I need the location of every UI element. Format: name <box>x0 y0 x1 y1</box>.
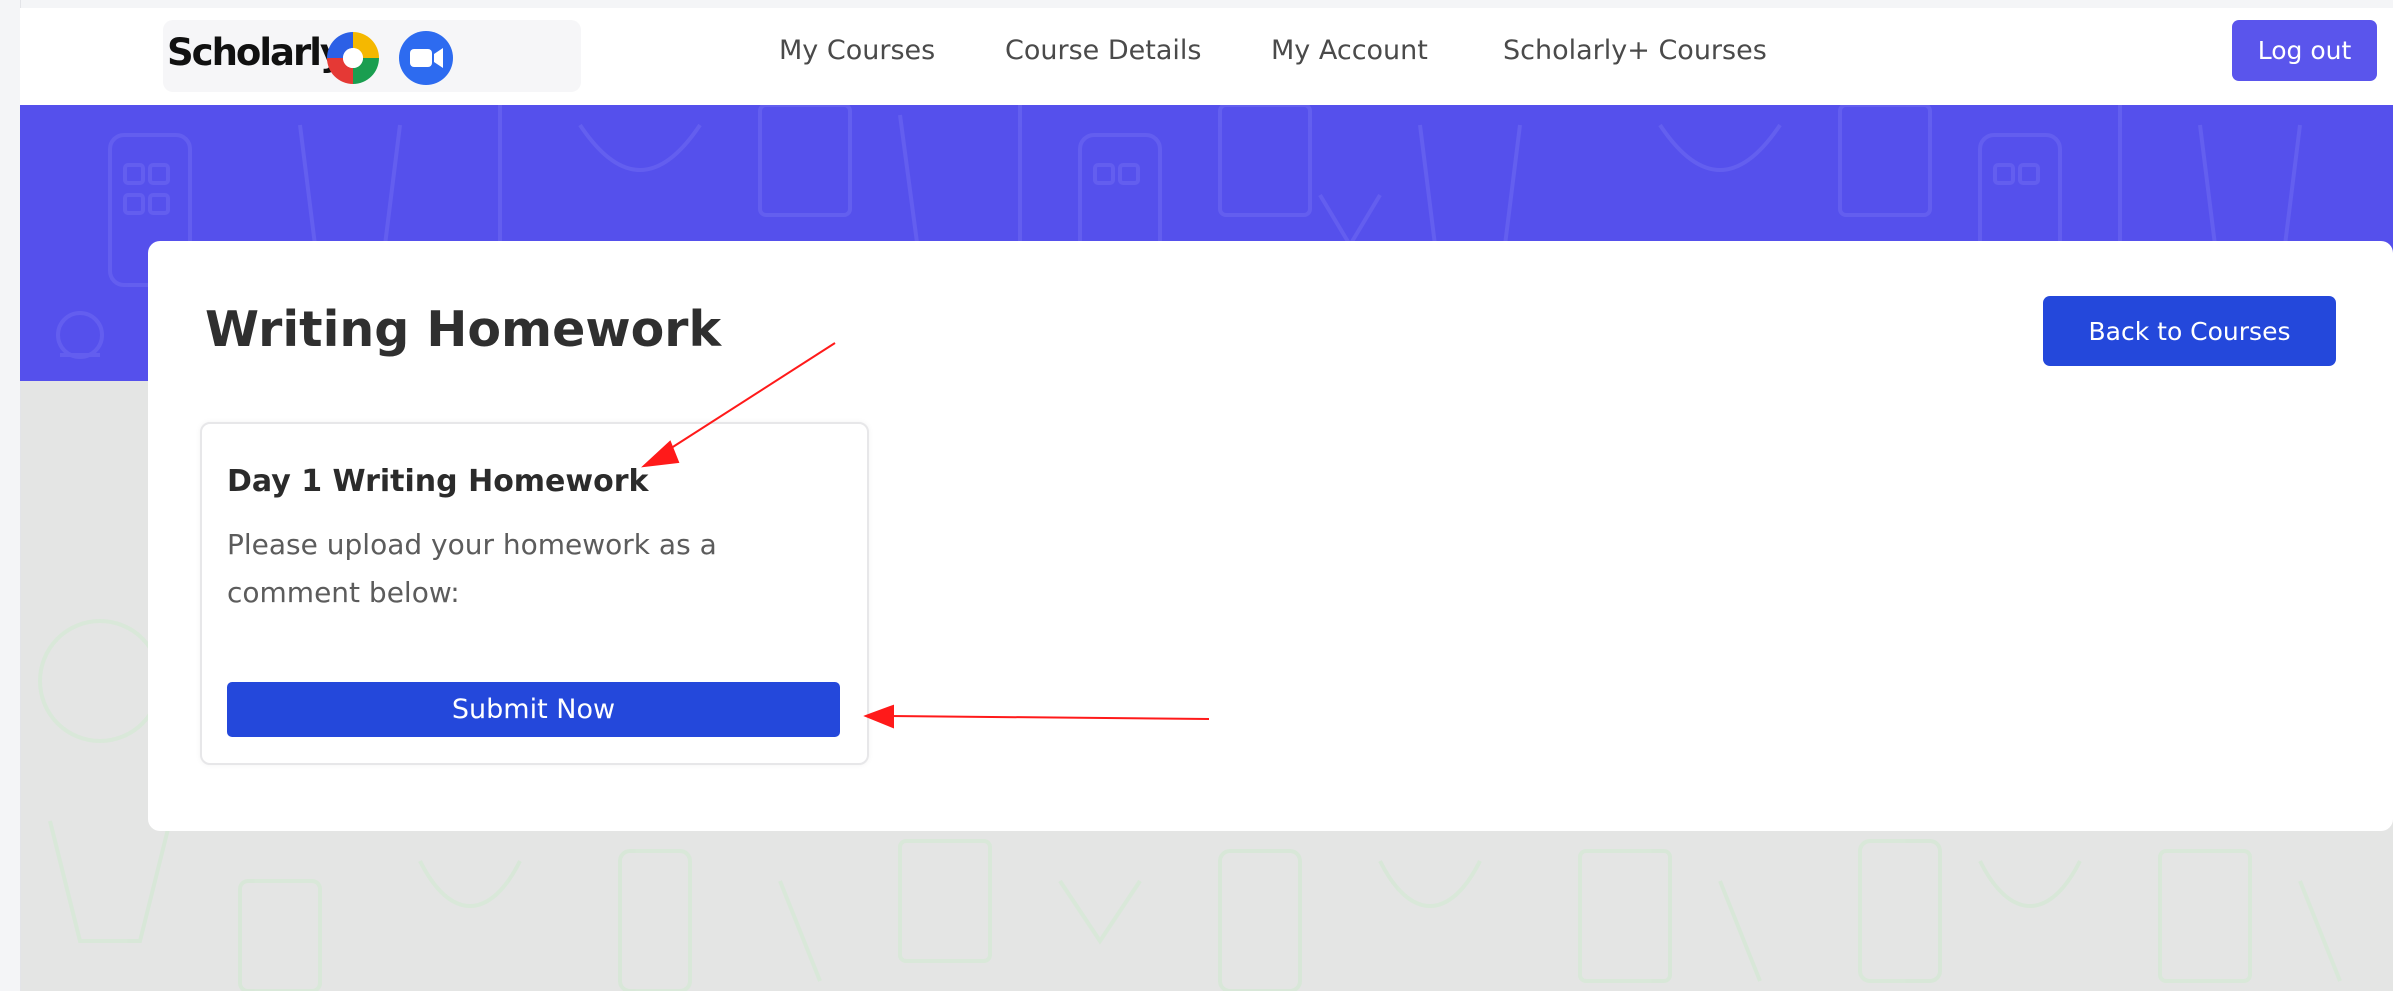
top-navbar: Scholarly My Courses Course Details My A… <box>20 8 2393 105</box>
homework-description: Please upload your homework as a comment… <box>227 528 717 609</box>
page: Scholarly My Courses Course Details My A… <box>0 0 2393 991</box>
nav-link-my-courses[interactable]: My Courses <box>779 35 935 66</box>
homework-card: Day 1 Writing Homework Please upload you… <box>200 422 869 765</box>
nav-link-course-details[interactable]: Course Details <box>1005 35 1201 66</box>
nav-link-scholarly-plus-courses[interactable]: Scholarly+ Courses <box>1503 35 1767 66</box>
logout-button[interactable]: Log out <box>2232 20 2377 81</box>
homework-title: Day 1 Writing Homework <box>227 464 649 499</box>
page-title: Writing Homework <box>205 301 722 358</box>
outer-app-top-edge <box>0 0 2393 8</box>
back-to-courses-button[interactable]: Back to Courses <box>2043 296 2336 366</box>
main-content-card: Writing Homework Back to Courses Day 1 W… <box>148 241 2393 831</box>
nav-links: My Courses Course Details My Account Sch… <box>20 8 2393 105</box>
nav-link-my-account[interactable]: My Account <box>1271 35 1428 66</box>
submit-now-button[interactable]: Submit Now <box>227 682 840 737</box>
outer-app-left-edge <box>0 0 21 991</box>
